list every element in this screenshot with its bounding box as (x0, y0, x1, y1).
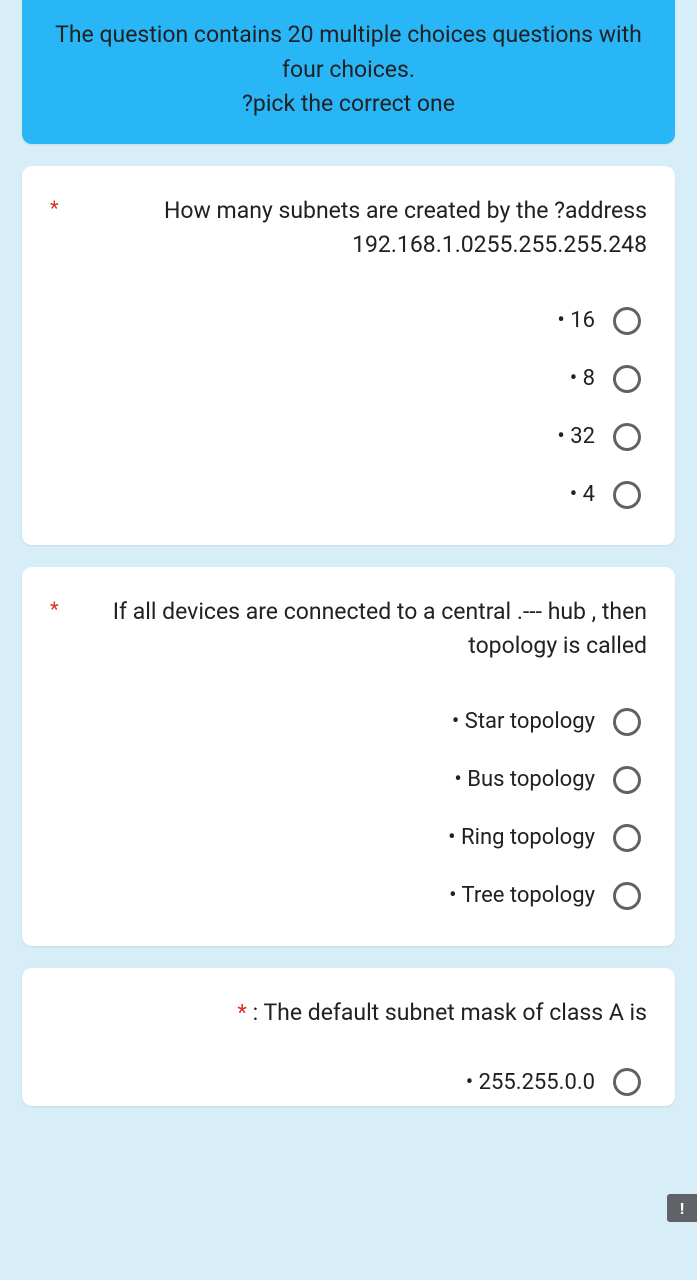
radio-icon[interactable] (613, 307, 641, 335)
required-mark: * (50, 196, 59, 220)
radio-icon[interactable] (613, 824, 641, 852)
option-item[interactable]: • 255.255.0.0 (466, 1068, 641, 1096)
radio-icon[interactable] (613, 423, 641, 451)
option-item[interactable]: • 8 (570, 365, 641, 393)
question-text: How many subnets are created by the ?add… (77, 194, 647, 263)
question-card: * If all devices are connected to a cent… (22, 567, 675, 946)
option-item[interactable]: • Bus topology (454, 766, 641, 794)
question-text: : The default subnet mask of class A is (247, 999, 647, 1026)
exclamation-icon: ! (680, 1199, 684, 1218)
radio-icon[interactable] (613, 708, 641, 736)
option-item[interactable]: • Ring topology (448, 824, 641, 852)
radio-icon[interactable] (613, 766, 641, 794)
required-mark: * (237, 1001, 246, 1026)
question-header: * : The default subnet mask of class A i… (50, 996, 647, 1031)
option-label: • 16 (557, 308, 595, 333)
option-label: • Star topology (452, 709, 595, 734)
question-card: * How many subnets are created by the ?a… (22, 166, 675, 545)
question-header: * How many subnets are created by the ?a… (50, 194, 647, 263)
alert-badge[interactable]: ! (667, 1194, 697, 1222)
option-item[interactable]: • 16 (557, 307, 641, 335)
option-label: • 255.255.0.0 (466, 1070, 595, 1095)
option-label: • Bus topology (454, 767, 595, 792)
options-group: • 255.255.0.0 (50, 1068, 647, 1096)
question-header: * If all devices are connected to a cent… (50, 595, 647, 664)
radio-icon[interactable] (613, 481, 641, 509)
required-mark: * (50, 597, 59, 621)
option-item[interactable]: • 4 (570, 481, 641, 509)
radio-icon[interactable] (613, 365, 641, 393)
radio-icon[interactable] (613, 1068, 641, 1096)
options-group: • Star topology • Bus topology • Ring to… (50, 708, 647, 910)
option-item[interactable]: • Star topology (452, 708, 641, 736)
option-item[interactable]: • Tree topology (449, 882, 641, 910)
question-text: If all devices are connected to a centra… (77, 595, 647, 664)
question-card: * : The default subnet mask of class A i… (22, 968, 675, 1107)
option-label: • 4 (570, 482, 595, 507)
form-description-line2: ?pick the correct one (52, 87, 645, 122)
option-label: • 32 (557, 424, 595, 449)
form-description-line1: The question contains 20 multiple choice… (52, 18, 645, 87)
options-group: • 16 • 8 • 32 • 4 (50, 307, 647, 509)
option-label: • 8 (570, 366, 595, 391)
option-label: • Ring topology (448, 825, 595, 850)
form-description-card: The question contains 20 multiple choice… (22, 0, 675, 144)
radio-icon[interactable] (613, 882, 641, 910)
option-label: • Tree topology (449, 883, 595, 908)
form-body: * How many subnets are created by the ?a… (0, 166, 697, 1107)
option-item[interactable]: • 32 (557, 423, 641, 451)
